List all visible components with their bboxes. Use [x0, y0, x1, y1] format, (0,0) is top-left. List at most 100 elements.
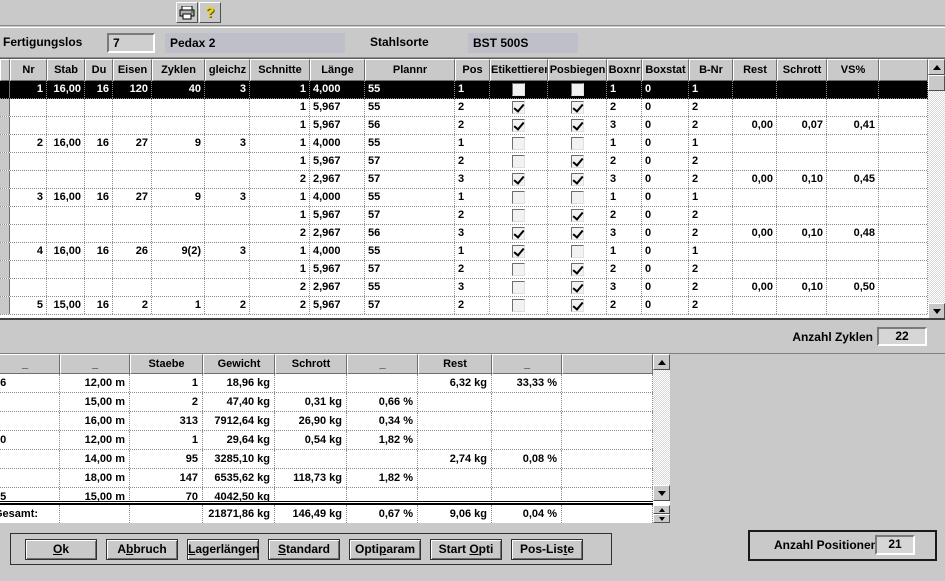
cell[interactable]: 2: [455, 261, 490, 278]
cell[interactable]: [113, 261, 152, 278]
cell[interactable]: [777, 135, 827, 152]
scroll-thumb[interactable]: [928, 75, 945, 91]
cell[interactable]: [733, 153, 777, 170]
cell[interactable]: 0: [642, 99, 689, 116]
cell[interactable]: [490, 171, 548, 188]
cell[interactable]: 57: [365, 297, 455, 314]
posbiegen-checkbox[interactable]: [571, 281, 584, 294]
row-selector[interactable]: [0, 153, 10, 170]
cell[interactable]: 0: [642, 171, 689, 188]
cell[interactable]: [733, 207, 777, 224]
cell[interactable]: 55: [365, 135, 455, 152]
cell[interactable]: [47, 117, 85, 134]
cell[interactable]: 15,00: [47, 297, 85, 314]
cell[interactable]: [152, 171, 205, 188]
table-row[interactable]: 22,9675733020,000,100,45: [0, 171, 945, 189]
summary-scrollbar[interactable]: [653, 354, 670, 501]
posbiegen-checkbox[interactable]: [571, 209, 584, 222]
cell[interactable]: [490, 207, 548, 224]
cell[interactable]: 0,07: [777, 117, 827, 134]
cell[interactable]: [85, 99, 113, 116]
cell[interactable]: [490, 81, 548, 98]
print-button[interactable]: [176, 2, 198, 23]
cell[interactable]: 2: [689, 207, 733, 224]
cell[interactable]: 2: [455, 153, 490, 170]
cell[interactable]: 0,41: [827, 117, 879, 134]
cell[interactable]: 1: [250, 207, 310, 224]
cell[interactable]: [10, 117, 47, 134]
cell[interactable]: 2: [250, 171, 310, 188]
cell[interactable]: [47, 99, 85, 116]
etikettieren-checkbox[interactable]: [512, 263, 525, 276]
cell[interactable]: 1: [10, 81, 47, 98]
cell[interactable]: 1: [689, 243, 733, 260]
cell[interactable]: 0: [642, 153, 689, 170]
posbiegen-checkbox[interactable]: [571, 101, 584, 114]
cell[interactable]: [879, 81, 928, 98]
cell[interactable]: 2: [689, 99, 733, 116]
cell[interactable]: 56: [365, 225, 455, 242]
help-button[interactable]: ?: [199, 2, 221, 23]
cell[interactable]: [10, 261, 47, 278]
cell[interactable]: 55: [365, 279, 455, 296]
cell[interactable]: 3: [607, 117, 642, 134]
scroll-up-button[interactable]: [928, 59, 945, 75]
cell[interactable]: 27: [113, 189, 152, 206]
cell[interactable]: 0: [642, 81, 689, 98]
lagerlaengen-button[interactable]: Lagerlängen: [187, 539, 259, 560]
cell[interactable]: [205, 171, 250, 188]
table-row[interactable]: 22,9675533020,000,100,50: [0, 279, 945, 297]
cell[interactable]: 57: [365, 207, 455, 224]
cell[interactable]: [827, 261, 879, 278]
cell[interactable]: [879, 207, 928, 224]
cell[interactable]: [879, 225, 928, 242]
cell[interactable]: [879, 279, 928, 296]
cell[interactable]: [47, 153, 85, 170]
cell[interactable]: [490, 117, 548, 134]
cell[interactable]: 2: [689, 225, 733, 242]
main-table-scrollbar[interactable]: [928, 59, 945, 319]
cell[interactable]: [47, 279, 85, 296]
cell[interactable]: 2: [250, 297, 310, 314]
cell[interactable]: [152, 117, 205, 134]
posbiegen-checkbox[interactable]: [571, 191, 584, 204]
cell[interactable]: [205, 225, 250, 242]
cell[interactable]: [827, 135, 879, 152]
cell[interactable]: 2: [455, 207, 490, 224]
cell[interactable]: [827, 207, 879, 224]
posbiegen-checkbox[interactable]: [571, 119, 584, 132]
cell[interactable]: 0: [642, 243, 689, 260]
cell[interactable]: 1: [250, 243, 310, 260]
cell[interactable]: 55: [365, 243, 455, 260]
cell[interactable]: [152, 225, 205, 242]
table-row[interactable]: 15,967552202: [0, 99, 945, 117]
cell[interactable]: [490, 189, 548, 206]
cell[interactable]: [733, 189, 777, 206]
cell[interactable]: [548, 81, 607, 98]
posbiegen-checkbox[interactable]: [571, 173, 584, 186]
cell[interactable]: 3: [607, 225, 642, 242]
etikettieren-checkbox[interactable]: [512, 173, 525, 186]
summary-scroll-up-button[interactable]: [653, 354, 670, 370]
cell[interactable]: [879, 243, 928, 260]
cell[interactable]: [548, 117, 607, 134]
cell[interactable]: [777, 153, 827, 170]
row-selector[interactable]: [0, 135, 10, 152]
cell[interactable]: 0: [642, 135, 689, 152]
cell[interactable]: 2: [607, 99, 642, 116]
cell[interactable]: [10, 279, 47, 296]
cell[interactable]: 2: [689, 261, 733, 278]
etikettieren-checkbox[interactable]: [512, 281, 525, 294]
cell[interactable]: 26: [113, 243, 152, 260]
cell[interactable]: [152, 99, 205, 116]
cell[interactable]: [548, 207, 607, 224]
row-selector[interactable]: [0, 171, 10, 188]
table-row[interactable]: 416,0016269(2)314,000551101: [0, 243, 945, 261]
cell[interactable]: [777, 261, 827, 278]
cell[interactable]: 1: [250, 99, 310, 116]
cell[interactable]: [85, 207, 113, 224]
cell[interactable]: 55: [365, 189, 455, 206]
cell[interactable]: [827, 243, 879, 260]
cell[interactable]: 1: [607, 135, 642, 152]
row-selector[interactable]: [0, 243, 10, 260]
